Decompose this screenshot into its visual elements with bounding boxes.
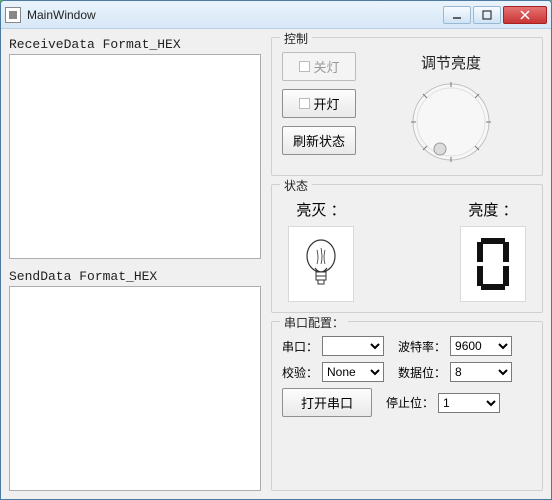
parity-label: 校验： [282, 364, 318, 381]
minimize-button[interactable] [443, 6, 471, 24]
brightness-dial-title: 调节亮度 [421, 52, 481, 73]
refresh-status-label: 刷新状态 [293, 131, 345, 150]
baud-label: 波特率： [398, 338, 446, 355]
main-window: MainWindow ReceiveData Format_HEX SendDa… [0, 0, 552, 500]
port-label: 串口： [282, 338, 318, 355]
serial-config-group: 串口配置： 串口： 波特率： 9600 校验： None [271, 321, 543, 491]
light-off-button[interactable]: 关灯 [282, 52, 356, 81]
serial-config-title: 串口配置： [280, 314, 348, 331]
light-off-icon [299, 61, 310, 72]
control-group-title: 控制 [280, 30, 312, 47]
send-textarea[interactable] [9, 286, 261, 491]
open-serial-label: 打开串口 [301, 393, 353, 412]
light-on-icon [299, 98, 310, 109]
databits-select[interactable]: 8 [450, 362, 512, 382]
status-group: 状态 亮灭 ： [271, 184, 543, 313]
bulb-indicator [288, 226, 354, 302]
client-area: ReceiveData Format_HEX SendData Format_H… [1, 29, 551, 499]
status-group-title: 状态 [280, 177, 312, 194]
receive-label: ReceiveData Format_HEX [9, 37, 261, 52]
light-off-label: 关灯 [314, 57, 340, 76]
left-column: ReceiveData Format_HEX SendData Format_H… [9, 37, 261, 491]
light-on-label: 开灯 [314, 94, 340, 113]
parity-select[interactable]: None [322, 362, 384, 382]
baud-select[interactable]: 9600 [450, 336, 512, 356]
maximize-button[interactable] [473, 6, 501, 24]
window-title: MainWindow [27, 8, 443, 22]
onoff-label: 亮灭 ： [296, 199, 345, 220]
control-group: 控制 关灯 开灯 刷新状态 调节亮度 [271, 37, 543, 176]
seven-segment-icon [473, 234, 513, 294]
light-on-button[interactable]: 开灯 [282, 89, 356, 118]
stopbits-select[interactable]: 1 [438, 393, 500, 413]
titlebar: MainWindow [1, 1, 551, 29]
open-serial-button[interactable]: 打开串口 [282, 388, 372, 417]
stopbits-label: 停止位： [386, 394, 434, 411]
send-label: SendData Format_HEX [9, 269, 261, 284]
app-icon [5, 7, 21, 23]
brightness-display [460, 226, 526, 302]
brightness-dial[interactable] [408, 79, 494, 165]
window-buttons [443, 6, 547, 24]
refresh-status-button[interactable]: 刷新状态 [282, 126, 356, 155]
databits-label: 数据位： [398, 364, 446, 381]
right-column: 控制 关灯 开灯 刷新状态 调节亮度 [271, 37, 543, 491]
brightness-label: 亮度 ： [468, 199, 517, 220]
bulb-icon [301, 236, 341, 292]
receive-textarea[interactable] [9, 54, 261, 259]
port-select[interactable] [322, 336, 384, 356]
close-button[interactable] [503, 6, 547, 24]
